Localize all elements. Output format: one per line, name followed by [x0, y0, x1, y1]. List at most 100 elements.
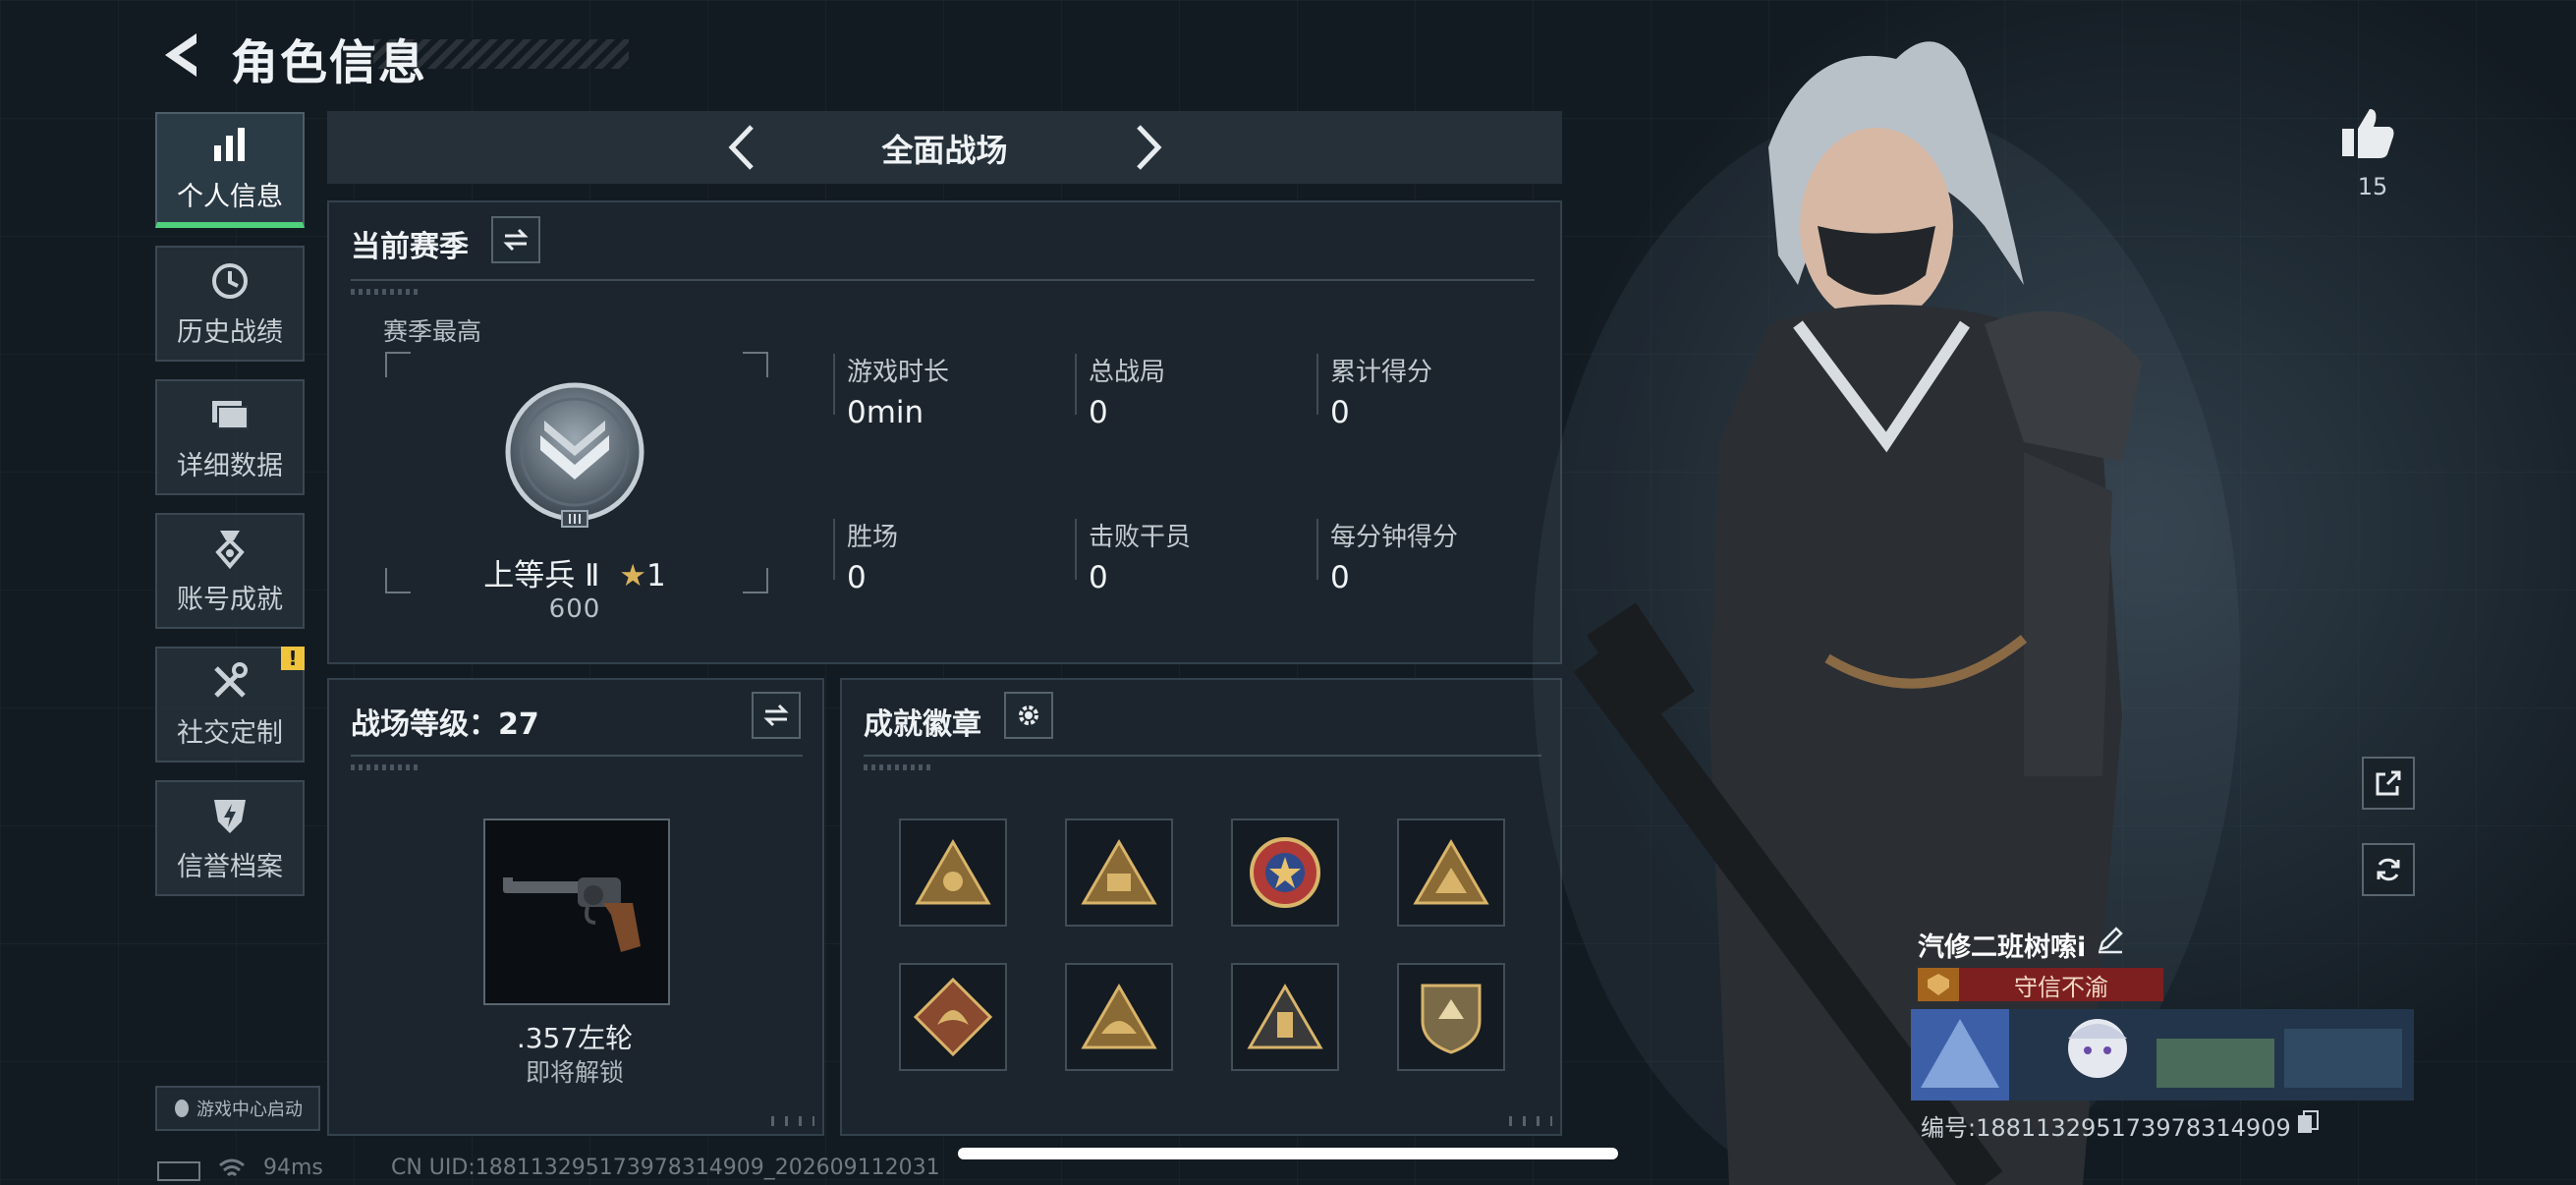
- mode-selector: 全面战场: [327, 111, 1562, 184]
- triangle-badge-icon: [1247, 984, 1323, 1049]
- player-id: 编号:1881132951739783149​09: [1921, 1114, 2291, 1142]
- stat-separator: [1075, 519, 1077, 580]
- rank-score: 600: [548, 594, 601, 624]
- like-count: 15: [2357, 173, 2388, 200]
- sidebar-item-label: 详细数据: [177, 450, 283, 481]
- sidebar-item-achievements[interactable]: 账号成就: [155, 513, 305, 629]
- battery-icon: [157, 1161, 200, 1181]
- clock-icon: [212, 262, 248, 299]
- player-title: 守信不渝: [2014, 973, 2108, 1001]
- frame-corner: [743, 568, 768, 593]
- sidebar-item-personal-info[interactable]: 个人信息: [155, 112, 305, 228]
- copy-icon[interactable]: [2296, 1109, 2320, 1135]
- star-icon: ★: [619, 558, 647, 593]
- mode-title: 全面战场: [881, 132, 1008, 169]
- thumbs-up-icon[interactable]: [2338, 103, 2397, 162]
- uid-text: CN UID:18811329517397831490​9_2026091120…: [391, 1156, 940, 1180]
- rank-emblem-icon: [505, 382, 644, 528]
- back-arrow-icon[interactable]: [157, 28, 206, 83]
- badge-slot-2[interactable]: [1065, 818, 1173, 927]
- stat-separator: [1316, 519, 1318, 580]
- divider-ticks: [351, 764, 420, 770]
- edit-pencil-icon[interactable]: [2095, 924, 2126, 955]
- badge-settings-button[interactable]: [1004, 692, 1053, 739]
- game-center-launch-button[interactable]: 游戏中心启动: [155, 1086, 320, 1131]
- stat-label-score-per-minute: 每分钟得分: [1330, 523, 1459, 552]
- refresh-icon: [2377, 858, 2400, 881]
- frame-corner: [385, 568, 411, 593]
- stat-label-total-matches: 总战局: [1089, 358, 1166, 387]
- sidebar-item-label: 信誉档案: [177, 851, 283, 882]
- weapon-reward-slot[interactable]: [483, 818, 670, 1005]
- name-card-art: [1911, 1009, 2414, 1100]
- player-name: 汽修二班树嗦i: [1918, 932, 2087, 963]
- swap-icon: [503, 228, 529, 252]
- sidebar-item-social-custom[interactable]: 社交定制 !: [155, 647, 305, 762]
- sidebar-item-reputation[interactable]: 信誉档案: [155, 780, 305, 896]
- ping-value: 94ms: [263, 1156, 323, 1180]
- game-center-label: 游戏中心启动: [196, 1100, 303, 1120]
- stat-value-kills: 0: [1089, 560, 1108, 595]
- star-seal-badge-icon: [1250, 837, 1320, 908]
- badge-slot-3[interactable]: [1231, 818, 1339, 927]
- badges-heading: 成就徽章: [864, 707, 981, 742]
- stat-separator: [1075, 354, 1077, 415]
- sidebar-item-detailed-data[interactable]: 详细数据: [155, 379, 305, 495]
- stat-value-total-matches: 0: [1089, 395, 1108, 430]
- frame-corner: [743, 352, 768, 377]
- share-icon: [2376, 770, 2401, 796]
- frame-corner: [385, 352, 411, 377]
- season-heading: 当前赛季: [351, 230, 469, 264]
- medal-icon: [215, 530, 245, 569]
- triangle-badge-icon: [915, 839, 991, 905]
- sidebar-item-label: 账号成就: [177, 584, 283, 615]
- swap-icon: [763, 704, 789, 727]
- tools-icon: [214, 661, 248, 698]
- sidebar-item-label: 社交定制: [177, 717, 283, 749]
- badges-divider: [864, 755, 1541, 757]
- title-emblem-icon: [1918, 968, 1959, 1001]
- badge-slot-1[interactable]: [899, 818, 1007, 927]
- home-indicator[interactable]: [958, 1148, 1618, 1159]
- triangle-badge-icon: [1081, 984, 1157, 1049]
- sidebar-item-label: 历史战绩: [177, 316, 283, 348]
- name-card-banner[interactable]: [1911, 1009, 2414, 1100]
- revolver-icon: [503, 877, 641, 952]
- stat-value-score-per-minute: 0: [1330, 560, 1350, 595]
- player-title-plate[interactable]: 守信不渝: [1918, 968, 2163, 1001]
- level-switch-button[interactable]: [752, 692, 801, 739]
- sidebar-item-match-history[interactable]: 历史战绩: [155, 246, 305, 362]
- badge-slot-6[interactable]: [1065, 963, 1173, 1071]
- badge-slot-7[interactable]: [1231, 963, 1339, 1071]
- stat-label-total-score: 累计得分: [1330, 358, 1433, 387]
- stat-separator: [1316, 354, 1318, 415]
- stat-value-total-score: 0: [1330, 395, 1350, 430]
- badge-slot-5[interactable]: [899, 963, 1007, 1071]
- wifi-icon: [219, 1158, 245, 1177]
- next-mode-arrow-icon[interactable]: [1125, 121, 1170, 174]
- season-switch-button[interactable]: [491, 216, 540, 263]
- season-best-label: 赛季最高: [383, 317, 482, 346]
- weapon-status: 即将解锁: [525, 1058, 624, 1087]
- shield-bolt-icon: [214, 799, 246, 833]
- stat-label-play-time: 游戏时长: [847, 358, 950, 387]
- folder-icon: [212, 400, 249, 429]
- refresh-button[interactable]: [2362, 843, 2415, 896]
- rank-name: 上等兵 Ⅱ: [483, 558, 600, 593]
- divider-ticks: [864, 764, 932, 770]
- gear-icon: [1019, 705, 1038, 725]
- stat-label-kills: 击败干员: [1089, 523, 1192, 552]
- stat-value-play-time: 0min: [847, 395, 924, 430]
- stat-separator: [833, 354, 835, 415]
- sidebar-item-label: 个人信息: [177, 181, 283, 212]
- weapon-name: .357左轮: [516, 1022, 634, 1054]
- stat-value-wins: 0: [847, 560, 867, 595]
- level-heading: 战场等级：27: [351, 707, 539, 742]
- share-button[interactable]: [2362, 757, 2415, 810]
- title-decoration: [373, 39, 629, 69]
- notification-badge: !: [281, 647, 305, 670]
- qq-penguin-icon: [175, 1100, 189, 1117]
- triangle-badge-icon: [1081, 839, 1157, 905]
- level-divider: [351, 755, 803, 757]
- bar-chart-icon: [214, 127, 245, 161]
